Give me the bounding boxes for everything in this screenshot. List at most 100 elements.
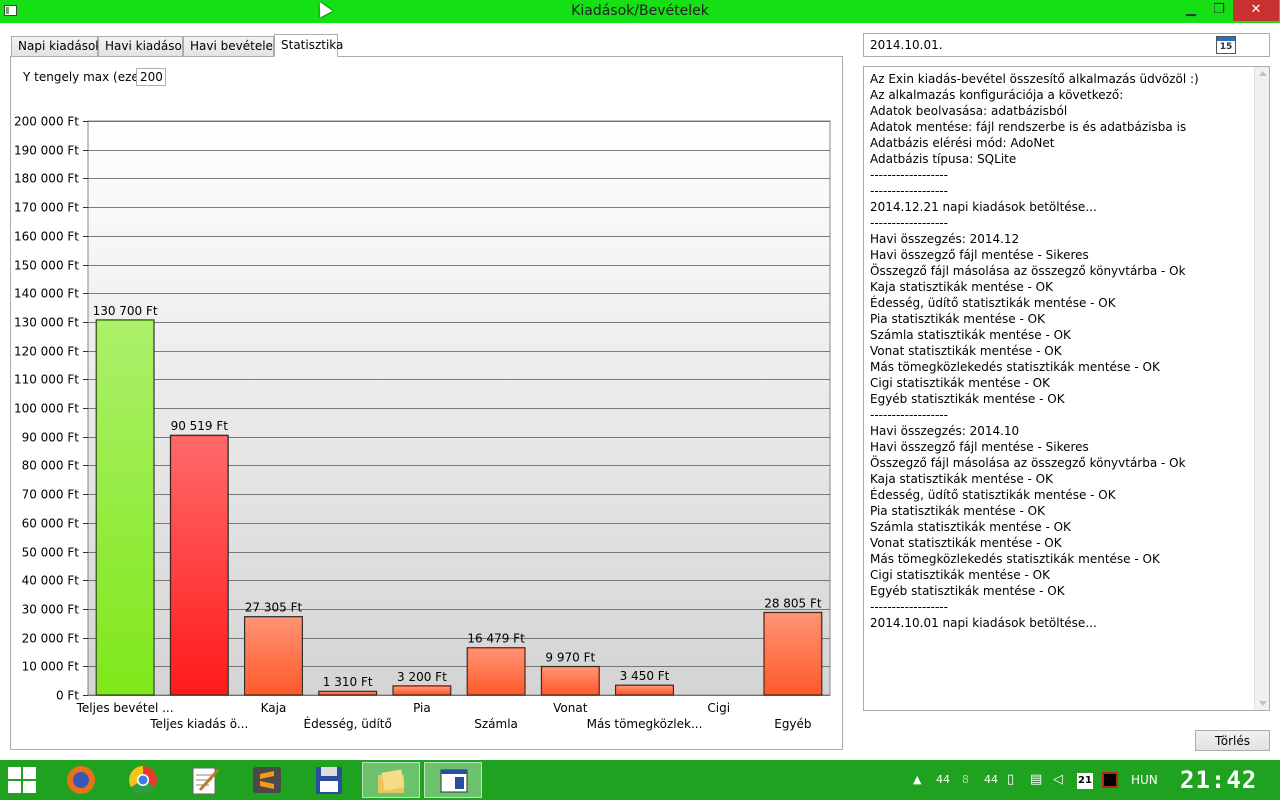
x-category-label: Egyéb [774,717,811,731]
log-line: Más tömegközlekedés statisztikák mentése… [870,552,1160,566]
log-line: ------------------ [870,600,948,614]
battery-icon[interactable]: ▯ [1007,760,1014,800]
floppy-icon[interactable] [300,762,358,798]
data-label: 1 310 Ft [323,675,373,689]
tray-cpu: 8 [962,773,969,786]
y-tick-label: 40 000 Ft [22,574,80,588]
log-line: Kaja statisztikák mentése - OK [870,280,1053,294]
log-line: ------------------ [870,184,948,198]
x-category-label: Kaja [261,701,287,715]
date-picker[interactable]: 2014.10.01. 15 [863,33,1270,57]
log-line: ------------------ [870,408,948,422]
notepad-icon[interactable] [176,762,234,798]
y-tick-label: 90 000 Ft [22,431,80,445]
y-tick-label: 180 000 Ft [14,172,79,186]
calendar-icon[interactable]: 15 [1216,36,1236,54]
y-axis-max-input[interactable] [136,68,166,86]
window-title: Kiadások/Bevételek [571,3,709,19]
clear-button[interactable]: Törlés [1195,730,1270,751]
y-tick-label: 120 000 Ft [14,345,79,359]
bar-highlight [616,686,673,694]
log-line: Édesség, üdítő statisztikák mentése - OK [870,488,1116,502]
log-line: ------------------ [870,216,948,230]
y-tick-label: 80 000 Ft [22,459,80,473]
x-category-label: Teljes bevétel ... [76,701,174,715]
tab-daily-expenses[interactable]: Napi kiadások [11,36,102,57]
volume-icon[interactable]: ◁ [1053,760,1063,800]
maximize-button[interactable]: ❐ [1205,0,1233,21]
close-button[interactable]: ✕ [1233,0,1279,21]
start-button[interactable] [8,767,38,795]
x-category-label: Pia [413,701,431,715]
y-tick-label: 20 000 Ft [22,632,80,646]
minimize-button[interactable]: ▁ [1176,0,1206,21]
y-tick-label: 140 000 Ft [14,287,79,301]
tab-monthly-income[interactable]: Havi bevételek [183,36,280,57]
clock[interactable]: 21:42 [1180,766,1257,794]
log-lines: Az Exin kiadás-bevétel összesítő alkalma… [870,71,1253,631]
y-tick-label: 50 000 Ft [22,546,80,560]
log-line: Havi összegzés: 2014.10 [870,424,1020,438]
y-tick-label: 150 000 Ft [14,259,79,273]
tab-monthly-expenses[interactable]: Havi kiadások [98,36,189,57]
y-tick-label: 200 000 Ft [14,115,79,129]
data-label: 90 519 Ft [171,419,229,433]
y-tick-label: 100 000 Ft [14,402,79,416]
bar-highlight [245,617,302,694]
log-line: Havi összegző fájl mentése - Sikeres [870,248,1089,262]
log-line: Pia statisztikák mentése - OK [870,312,1045,326]
bar-highlight [171,436,228,694]
y-tick-label: 130 000 Ft [14,316,79,330]
scroll-down-icon[interactable] [1259,701,1267,706]
log-line: Adatok beolvasása: adatbázisból [870,104,1068,118]
bar-highlight [468,648,525,694]
scroll-up-icon[interactable] [1259,71,1267,76]
firefox-icon[interactable] [52,762,110,798]
tab-statistics[interactable]: Statisztika [274,34,343,57]
explorer-icon[interactable] [362,762,420,798]
log-line: Adatok mentése: fájl rendszerbe is és ad… [870,120,1187,134]
app-window-icon[interactable] [424,762,482,798]
log-line: Adatbázis elérési mód: AdoNet [870,136,1055,150]
date-value: 2014.10.01. [870,38,943,52]
notification-icon[interactable] [1102,760,1118,800]
log-line: Számla statisztikák mentése - OK [870,520,1071,534]
log-line: 2014.12.21 napi kiadások betöltése... [870,200,1097,214]
title-bar[interactable]: Kiadások/Bevételek ▁ ❐ ✕ [0,0,1280,23]
network-icon[interactable]: ▤ [1030,760,1042,800]
x-category-label: Teljes kiadás ö... [149,717,248,731]
x-category-label: Számla [474,717,518,731]
y-tick-label: 170 000 Ft [14,201,79,215]
log-textbox[interactable]: Az Exin kiadás-bevétel összesítő alkalma… [863,66,1270,711]
log-line: 2014.10.01 napi kiadások betöltése... [870,616,1097,630]
sublime-icon[interactable] [238,762,296,798]
x-category-label: Más tömegközlek... [587,717,703,731]
data-label: 28 805 Ft [764,596,822,610]
y-tick-label: 30 000 Ft [22,603,80,617]
log-line: Az Exin kiadás-bevétel összesítő alkalma… [870,72,1199,86]
log-line: Összegző fájl másolása az összegző könyv… [870,264,1186,278]
y-tick-label: 10 000 Ft [22,660,80,674]
log-line: Édesség, üdítő statisztikák mentése - OK [870,296,1116,310]
log-line: Pia statisztikák mentése - OK [870,504,1045,518]
log-line: Számla statisztikák mentése - OK [870,328,1071,342]
log-line: Vonat statisztikák mentése - OK [870,536,1062,550]
data-label: 9 970 Ft [545,650,595,664]
log-line: Adatbázis típusa: SQLite [870,152,1017,166]
bar-highlight [764,613,821,694]
y-tick-label: 190 000 Ft [14,144,79,158]
chrome-icon[interactable] [114,762,172,798]
language-indicator[interactable]: HUN [1131,760,1158,800]
log-line: Cigi statisztikák mentése - OK [870,376,1050,390]
calendar-tray-day: 21 [1077,773,1093,789]
y-tick-label: 60 000 Ft [22,517,80,531]
data-label: 130 700 Ft [93,304,158,318]
tray-up-arrow-icon[interactable]: ▲ [913,760,921,800]
log-line: Cigi statisztikák mentése - OK [870,568,1050,582]
calendar-tray-icon[interactable]: 21 [1077,760,1093,800]
y-tick-label: 160 000 Ft [14,230,79,244]
x-category-label: Édesség, üdítő [304,716,392,731]
x-category-label: Cigi [707,701,730,715]
tray-temperature-1: 44 [936,773,950,786]
log-scrollbar[interactable] [1254,67,1269,710]
